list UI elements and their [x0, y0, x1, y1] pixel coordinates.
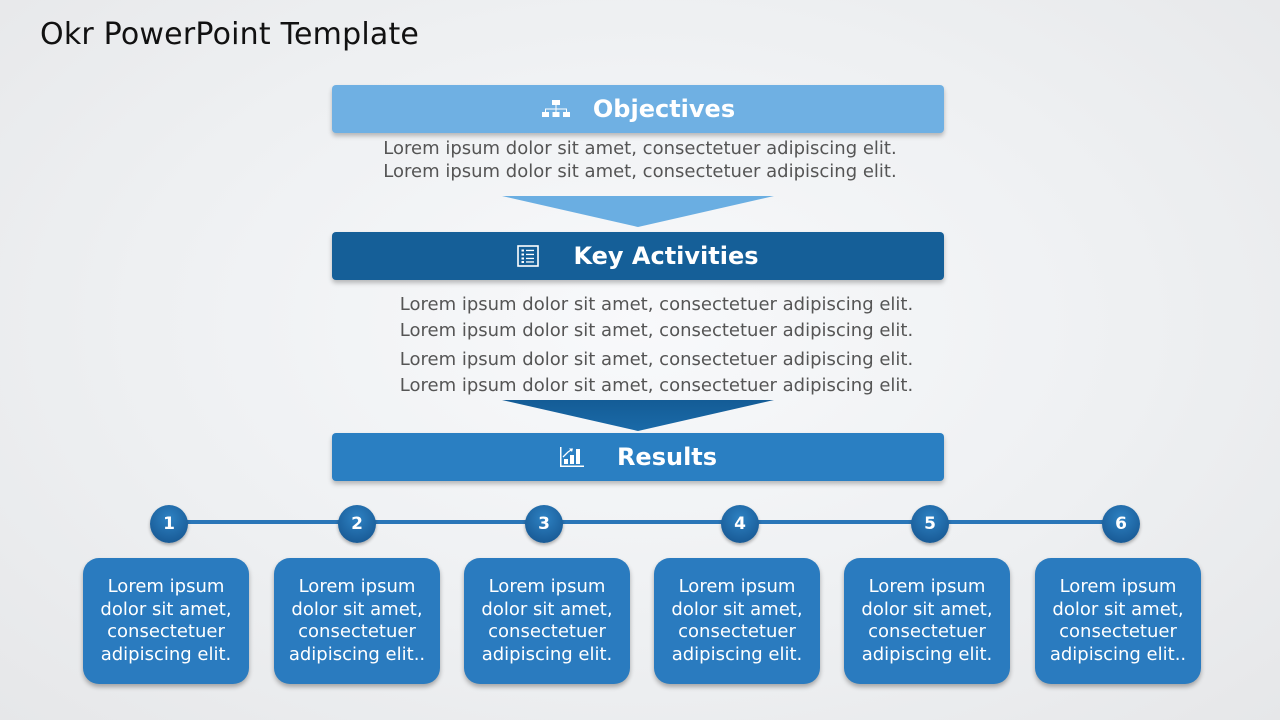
result-card-text: Lorem ipsum dolor sit amet, consectetuer… [288, 576, 426, 665]
key-activities-label: Key Activities [573, 242, 759, 270]
objectives-line: Lorem ipsum dolor sit amet, consectetuer… [383, 138, 897, 159]
result-card-text: Lorem ipsum dolor sit amet, consectetuer… [100, 576, 232, 665]
step-number-1: 1 [150, 505, 188, 543]
result-card-text: Lorem ipsum dolor sit amet, consectetuer… [481, 576, 613, 665]
results-header: Results [332, 433, 944, 481]
key-activities-line: Lorem ipsum dolor sit amet, consectetuer… [399, 294, 914, 315]
result-card-text: Lorem ipsum dolor sit amet, consectetuer… [1049, 576, 1187, 665]
result-card-4: Lorem ipsum dolor sit amet, consectetuer… [654, 558, 820, 684]
key-activities-line: Lorem ipsum dolor sit amet, consectetuer… [399, 349, 914, 370]
step-number-6: 6 [1102, 505, 1140, 543]
down-arrow-2 [502, 400, 774, 431]
timeline-connector [169, 520, 1121, 524]
objectives-line: Lorem ipsum dolor sit amet, consectetuer… [383, 161, 897, 182]
result-card-1: Lorem ipsum dolor sit amet, consectetuer… [83, 558, 249, 684]
step-number-3: 3 [525, 505, 563, 543]
result-card-6: Lorem ipsum dolor sit amet, consectetuer… [1035, 558, 1201, 684]
objectives-label: Objectives [592, 95, 736, 123]
result-card-5: Lorem ipsum dolor sit amet, consectetuer… [844, 558, 1010, 684]
key-activities-description: Lorem ipsum dolor sit amet, consectetuer… [0, 292, 1280, 399]
objectives-header: Objectives [332, 85, 944, 133]
list-icon [517, 245, 540, 267]
result-card-3: Lorem ipsum dolor sit amet, consectetuer… [464, 558, 630, 684]
objectives-description: Lorem ipsum dolor sit amet, consectetuer… [0, 137, 1280, 183]
key-activities-line: Lorem ipsum dolor sit amet, consectetuer… [399, 375, 914, 396]
step-number-2: 2 [338, 505, 376, 543]
results-label: Results [616, 443, 718, 471]
slide-title: Okr PowerPoint Template [40, 17, 420, 52]
key-activities-header: Key Activities [332, 232, 944, 280]
result-card-2: Lorem ipsum dolor sit amet, consectetuer… [274, 558, 440, 684]
step-number-4: 4 [721, 505, 759, 543]
result-card-text: Lorem ipsum dolor sit amet, consectetuer… [861, 576, 993, 665]
key-activities-line: Lorem ipsum dolor sit amet, consectetuer… [399, 320, 914, 341]
bar-chart-icon [559, 446, 585, 468]
down-arrow-1 [502, 196, 774, 227]
step-number-5: 5 [911, 505, 949, 543]
result-card-text: Lorem ipsum dolor sit amet, consectetuer… [671, 576, 803, 665]
org-chart-icon [541, 99, 571, 119]
